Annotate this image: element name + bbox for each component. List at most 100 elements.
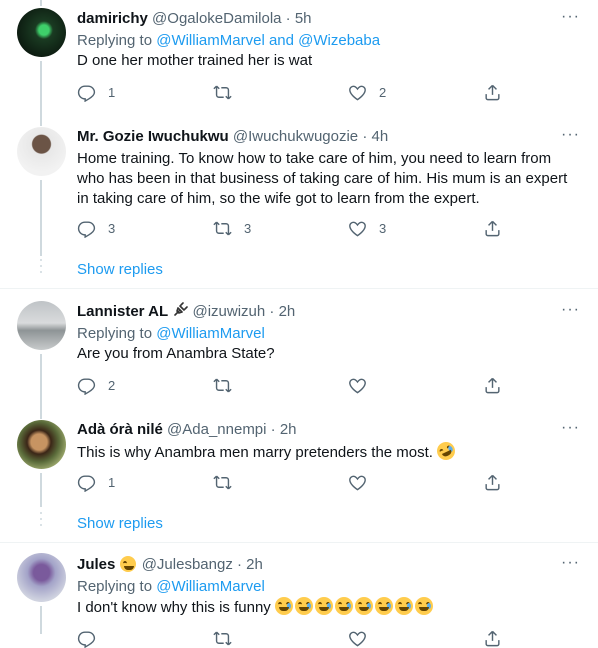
author-handle[interactable]: @Ada_nnempi	[167, 421, 266, 438]
timestamp[interactable]: 2h	[279, 303, 296, 320]
avatar[interactable]	[17, 127, 66, 176]
author-handle[interactable]: @OgalokeDamilola	[152, 10, 281, 27]
author-name[interactable]: Mr. Gozie Iwuchukwu	[77, 128, 229, 145]
heart-icon	[348, 376, 367, 395]
retweet-button[interactable]	[213, 628, 232, 648]
thread-line	[40, 0, 42, 6]
author-handle[interactable]: @Julesbangz	[142, 556, 233, 573]
retweet-button[interactable]: 3	[213, 218, 251, 238]
more-options-icon[interactable]: ···	[561, 127, 580, 143]
thread-line	[40, 180, 42, 256]
share-button[interactable]	[483, 218, 502, 238]
reply-icon	[77, 219, 96, 238]
thread-line	[40, 61, 42, 114]
show-replies-link[interactable]: Show replies	[77, 260, 163, 279]
mention-link[interactable]: @WilliamMarvel	[156, 578, 265, 595]
share-icon	[483, 376, 502, 395]
retweet-button[interactable]	[213, 82, 244, 102]
tears-of-joy-emoji	[314, 597, 333, 615]
heart-icon	[348, 83, 367, 102]
tweet-header: Mr. Gozie Iwuchukwu @Iwuchukwugozie · 4h	[77, 127, 388, 146]
tweet-header: Lannister AL @izuwizuh · 2h	[77, 302, 295, 321]
share-button[interactable]	[483, 82, 502, 102]
more-options-icon[interactable]: ···	[561, 9, 580, 25]
timestamp[interactable]: 4h	[372, 128, 389, 145]
reply-count: 1	[108, 474, 116, 490]
separator: ·	[362, 128, 368, 145]
reply-icon	[77, 629, 96, 648]
more-options-icon[interactable]: ···	[561, 302, 580, 318]
tears-of-joy-emoji	[294, 597, 313, 615]
tears-of-joy-emoji	[394, 597, 413, 615]
mention-link[interactable]: @WilliamMarvel	[156, 325, 265, 342]
reply-button[interactable]: 1	[77, 82, 115, 102]
reply-button[interactable]: 2	[77, 375, 115, 395]
tweet-actions	[77, 628, 507, 648]
thread-line	[40, 114, 42, 126]
separator: ·	[270, 421, 276, 438]
tears-of-joy-emoji	[374, 597, 393, 615]
tears-of-joy-emoji	[334, 597, 353, 615]
heart-icon	[348, 629, 367, 648]
tweet-actions: 1	[77, 472, 507, 492]
share-icon	[483, 219, 502, 238]
like-button[interactable]	[348, 375, 367, 395]
more-options-icon[interactable]: ···	[561, 420, 580, 436]
tweet-text: This is why Anambra men marry pretenders…	[77, 439, 582, 463]
tweet-header: Adà órà nilé @Ada_nnempi · 2h	[77, 420, 297, 439]
separator: ·	[285, 10, 291, 27]
reply-button[interactable]: 1	[77, 472, 115, 492]
avatar[interactable]	[17, 420, 66, 469]
tweet-text: D one her mother trained her is wat	[77, 52, 313, 69]
replying-to: Replying to @WilliamMarvel and @Wizebaba	[77, 32, 381, 49]
show-replies-link[interactable]: Show replies	[77, 514, 163, 533]
avatar[interactable]	[17, 301, 66, 350]
retweet-button[interactable]	[213, 375, 232, 395]
reply-icon	[77, 376, 96, 395]
tweet-header: Jules @Julesbangz · 2h	[77, 555, 263, 574]
like-button[interactable]: 2	[348, 82, 386, 102]
tears-of-joy-emoji	[414, 597, 433, 615]
retweet-icon	[213, 473, 232, 492]
author-name[interactable]: Jules	[77, 556, 115, 573]
author-handle[interactable]: @izuwizuh	[192, 303, 265, 320]
reply-button[interactable]: 3	[77, 218, 115, 238]
tweet-header: damirichy @OgalokeDamilola · 5h	[77, 9, 312, 28]
like-button[interactable]: 3	[348, 218, 386, 238]
like-count: 3	[379, 220, 387, 236]
thread-line	[40, 354, 42, 407]
separator: ·	[237, 556, 242, 573]
avatar[interactable]	[17, 8, 66, 57]
author-handle[interactable]: @Iwuchukwugozie	[233, 128, 358, 145]
share-button[interactable]	[483, 628, 502, 648]
retweet-icon	[213, 83, 232, 102]
more-options-icon[interactable]: ···	[561, 555, 580, 571]
tweet-jules[interactable]: Jules @Julesbangz · 2h ··· Replying to @…	[0, 543, 598, 634]
tweet-damirichy[interactable]: damirichy @OgalokeDamilola · 5h ··· Repl…	[0, 0, 598, 114]
tweet-ada[interactable]: Adà órà nilé @Ada_nnempi · 2h ··· This i…	[0, 407, 598, 542]
share-button[interactable]	[483, 375, 502, 395]
timestamp[interactable]: 5h	[295, 10, 312, 27]
retweet-icon	[213, 376, 232, 395]
separator: ·	[269, 303, 275, 320]
timestamp[interactable]: 2h	[280, 421, 297, 438]
retweet-icon	[213, 219, 232, 238]
share-button[interactable]	[483, 472, 502, 492]
tweet-text: Are you from Anambra State?	[77, 345, 275, 362]
tweet-gozie[interactable]: Mr. Gozie Iwuchukwu @Iwuchukwugozie · 4h…	[0, 114, 598, 288]
author-name[interactable]: Adà órà nilé	[77, 421, 163, 438]
rofl-emoji	[434, 439, 459, 463]
reply-button[interactable]	[77, 628, 96, 648]
thread-line	[40, 606, 42, 634]
tweet-lannister[interactable]: Lannister AL @izuwizuh · 2h ··· Replying…	[0, 289, 598, 407]
author-name[interactable]: damirichy	[77, 10, 148, 27]
retweet-button[interactable]	[213, 472, 232, 492]
retweet-count: 3	[244, 220, 252, 236]
like-button[interactable]	[348, 628, 367, 648]
avatar[interactable]	[17, 553, 66, 602]
timestamp[interactable]: 2h	[246, 556, 263, 573]
author-name[interactable]: Lannister AL	[77, 303, 168, 320]
reply-count: 3	[108, 220, 116, 236]
like-button[interactable]	[348, 472, 367, 492]
mention-link[interactable]: @WilliamMarvel and @Wizebaba	[156, 32, 380, 49]
